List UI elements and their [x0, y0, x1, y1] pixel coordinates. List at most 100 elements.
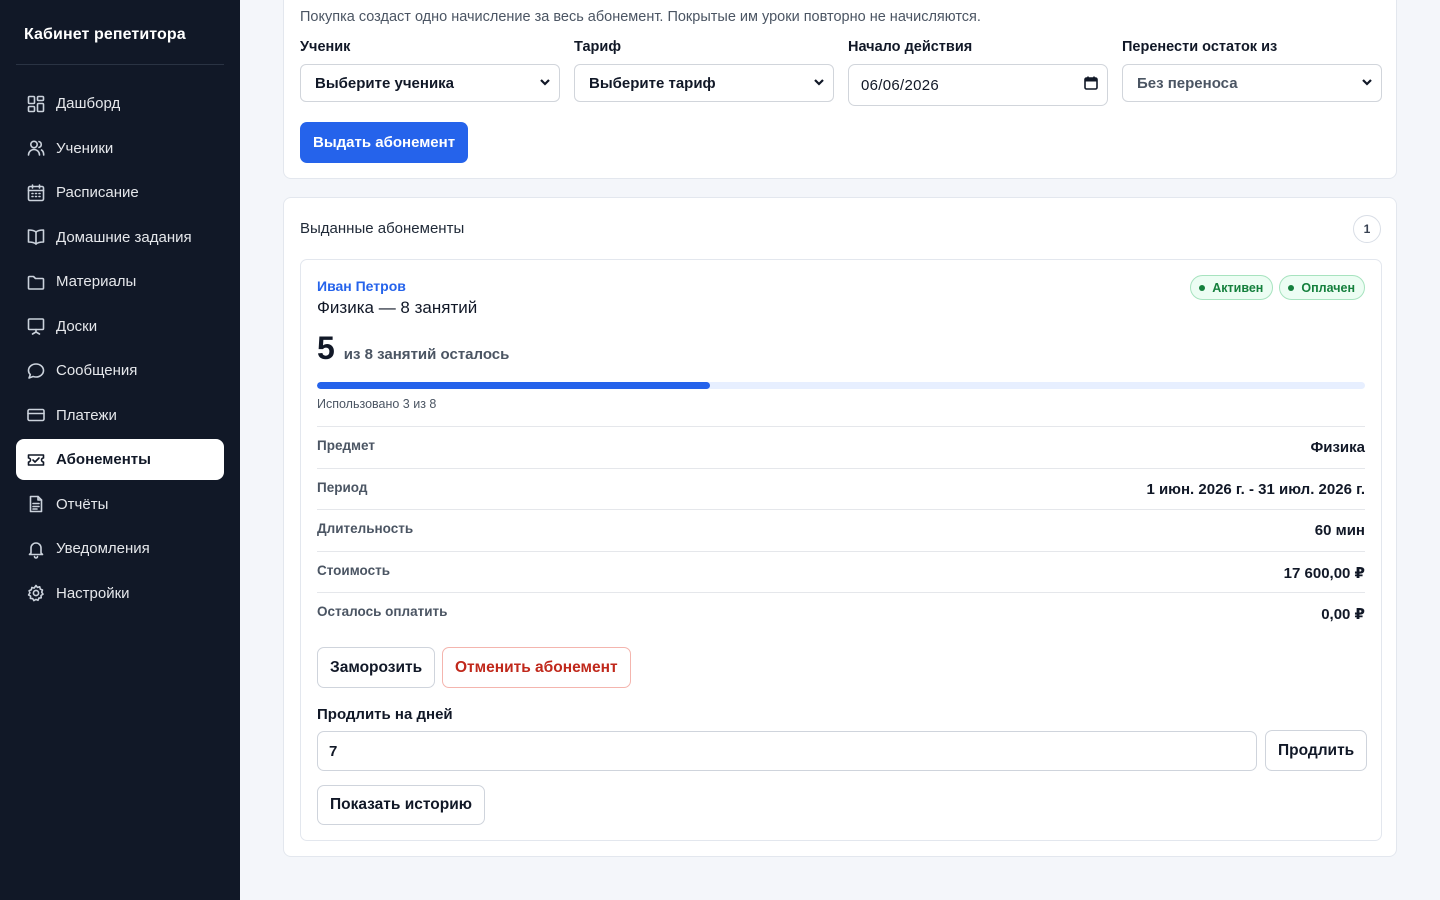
status-badge-paid: Оплачен — [1279, 275, 1365, 300]
book-icon — [26, 227, 46, 247]
sidebar-item-settings[interactable]: Настройки — [16, 573, 224, 614]
detail-key: Период — [317, 479, 368, 495]
start-date-label: Начало действия — [848, 39, 973, 55]
detail-key: Предмет — [317, 438, 375, 453]
card-icon — [26, 405, 46, 425]
issue-subscription-button[interactable]: Выдать абонемент — [300, 122, 469, 163]
chat-icon — [26, 361, 46, 381]
folder-icon — [26, 272, 46, 292]
detail-row-subject: Предмет Физика — [317, 426, 1365, 468]
chevron-down-icon — [813, 75, 825, 92]
sidebar-nav: Дашборд Ученики Расписание Домашние зада… — [16, 83, 224, 617]
detail-value: 0,00 ₽ — [1321, 606, 1365, 623]
carryover-label: Перенести остаток из — [1122, 39, 1278, 55]
gear-icon — [26, 583, 46, 603]
sidebar-item-label: Платежи — [56, 406, 117, 424]
sidebar-item-label: Настройки — [56, 584, 130, 602]
carryover-select-value: Без переноса — [1137, 74, 1238, 92]
tariff-select-value: Выберите тариф — [589, 74, 716, 92]
tariff-select[interactable]: Выберите тариф — [574, 64, 834, 102]
chevron-down-icon — [539, 75, 551, 92]
tariff-label: Тариф — [574, 39, 622, 55]
detail-key: Осталось оплатить — [317, 604, 448, 619]
detail-row-period: Период 1 июн. 2026 г. - 31 июл. 2026 г. — [317, 467, 1365, 510]
start-date-field: Начало действия 06/06/2026 — [848, 39, 1108, 106]
sidebar-item-label: Абонементы — [56, 451, 151, 468]
subscription-item: Иван Петров Физика — 8 занятий Активен О… — [300, 259, 1382, 841]
status-badge-label: Активен — [1212, 280, 1264, 295]
calendar-icon[interactable] — [1083, 75, 1099, 95]
status-badge-label: Оплачен — [1301, 280, 1355, 295]
bell-icon — [26, 539, 46, 559]
sidebar-item-reports[interactable]: Отчёты — [16, 484, 224, 525]
detail-key: Длительность — [317, 521, 414, 536]
issue-subscription-card: Покупка создаст одно начисление за весь … — [283, 0, 1397, 179]
start-date-input[interactable]: 06/06/2026 — [848, 64, 1108, 106]
carryover-field: Перенести остаток из Без переноса — [1122, 39, 1382, 102]
sidebar-item-label: Дашборд — [56, 95, 121, 112]
detail-row-duration: Длительность 60 мин — [317, 509, 1365, 551]
cancel-subscription-button[interactable]: Отменить абонемент — [442, 647, 631, 688]
count-badge: 1 — [1353, 215, 1381, 243]
show-history-button[interactable]: Показать историю — [317, 785, 485, 825]
sidebar-item-label: Уведомления — [56, 540, 150, 557]
student-label: Ученик — [300, 39, 351, 55]
dashboard-icon — [26, 94, 46, 114]
extend-days-input[interactable]: 7 — [317, 731, 1257, 771]
detail-value: 60 мин — [1314, 522, 1365, 539]
usage-text: Использовано 3 из 8 — [317, 397, 437, 411]
student-select[interactable]: Выберите ученика — [300, 64, 560, 102]
usage-progress-fill — [317, 382, 710, 389]
section-title: Выданные абонементы — [300, 220, 465, 237]
sidebar-item-label: Отчёты — [56, 495, 109, 513]
detail-value: 17 600,00 ₽ — [1283, 564, 1365, 582]
sidebar-item-subscriptions[interactable]: Абонементы — [16, 439, 224, 480]
sidebar-item-label: Ученики — [56, 139, 114, 157]
student-select-value: Выберите ученика — [315, 74, 455, 92]
report-icon — [26, 494, 46, 514]
issue-note: Покупка создаст одно начисление за весь … — [300, 9, 981, 25]
remaining-summary: 5 из 8 занятий осталось — [317, 330, 509, 367]
details-list: Предмет Физика Период 1 июн. 2026 г. - 31 … — [317, 426, 1365, 634]
sidebar-item-notifications[interactable]: Уведомления — [16, 528, 224, 569]
detail-row-cost: Стоимость 17 600,00 ₽ — [317, 550, 1365, 593]
detail-row-balance-due: Осталось оплатить 0,00 ₽ — [317, 592, 1365, 634]
users-icon — [26, 138, 46, 158]
sidebar-item-materials[interactable]: Материалы — [16, 261, 224, 302]
plan-name: Физика — 8 занятий — [317, 298, 478, 317]
tariff-field: Тариф Выберите тариф — [574, 39, 834, 102]
freeze-button[interactable]: Заморозить — [317, 647, 436, 688]
board-icon — [26, 316, 46, 336]
carryover-select[interactable]: Без переноса — [1122, 64, 1382, 102]
chevron-down-icon — [1361, 75, 1373, 92]
sidebar-item-schedule[interactable]: Расписание — [16, 172, 224, 213]
ticket-icon — [26, 450, 46, 470]
extend-days-label: Продлить на дней — [317, 706, 453, 723]
sidebar-item-students[interactable]: Ученики — [16, 128, 224, 169]
detail-key: Стоимость — [317, 562, 391, 578]
status-dot — [1199, 284, 1206, 291]
sidebar-item-label: Материалы — [56, 273, 137, 290]
sidebar-item-label: Сообщения — [56, 362, 138, 379]
student-field: Ученик Выберите ученика — [300, 39, 560, 102]
sidebar-item-label: Домашние задания — [56, 228, 192, 246]
student-link[interactable]: Иван Петров — [317, 278, 406, 294]
extend-button[interactable]: Продлить — [1265, 730, 1368, 771]
sidebar-item-homework[interactable]: Домашние задания — [16, 217, 224, 258]
status-dot — [1288, 284, 1295, 291]
brand-title: Кабинет репетитора — [24, 26, 186, 43]
sidebar-item-dashboard[interactable]: Дашборд — [16, 83, 224, 124]
sidebar-item-label: Доски — [56, 317, 98, 335]
sidebar-item-messages[interactable]: Сообщения — [16, 350, 224, 391]
detail-value: 1 июн. 2026 г. - 31 июл. 2026 г. — [1146, 480, 1365, 498]
divider — [16, 64, 224, 65]
usage-progress-bar — [317, 382, 1365, 389]
remaining-text: из 8 занятий осталось — [343, 346, 510, 363]
issued-subscriptions-card: Выданные абонементы 1 Иван Петров Физика… — [283, 197, 1397, 857]
sidebar-item-boards[interactable]: Доски — [16, 306, 224, 347]
sidebar-item-label: Расписание — [56, 184, 139, 201]
status-badge-active: Активен — [1190, 275, 1274, 300]
sidebar-item-payments[interactable]: Платежи — [16, 395, 224, 436]
remaining-count: 5 — [317, 330, 335, 366]
sidebar: Кабинет репетитора Дашборд Ученики Распи… — [0, 0, 240, 900]
